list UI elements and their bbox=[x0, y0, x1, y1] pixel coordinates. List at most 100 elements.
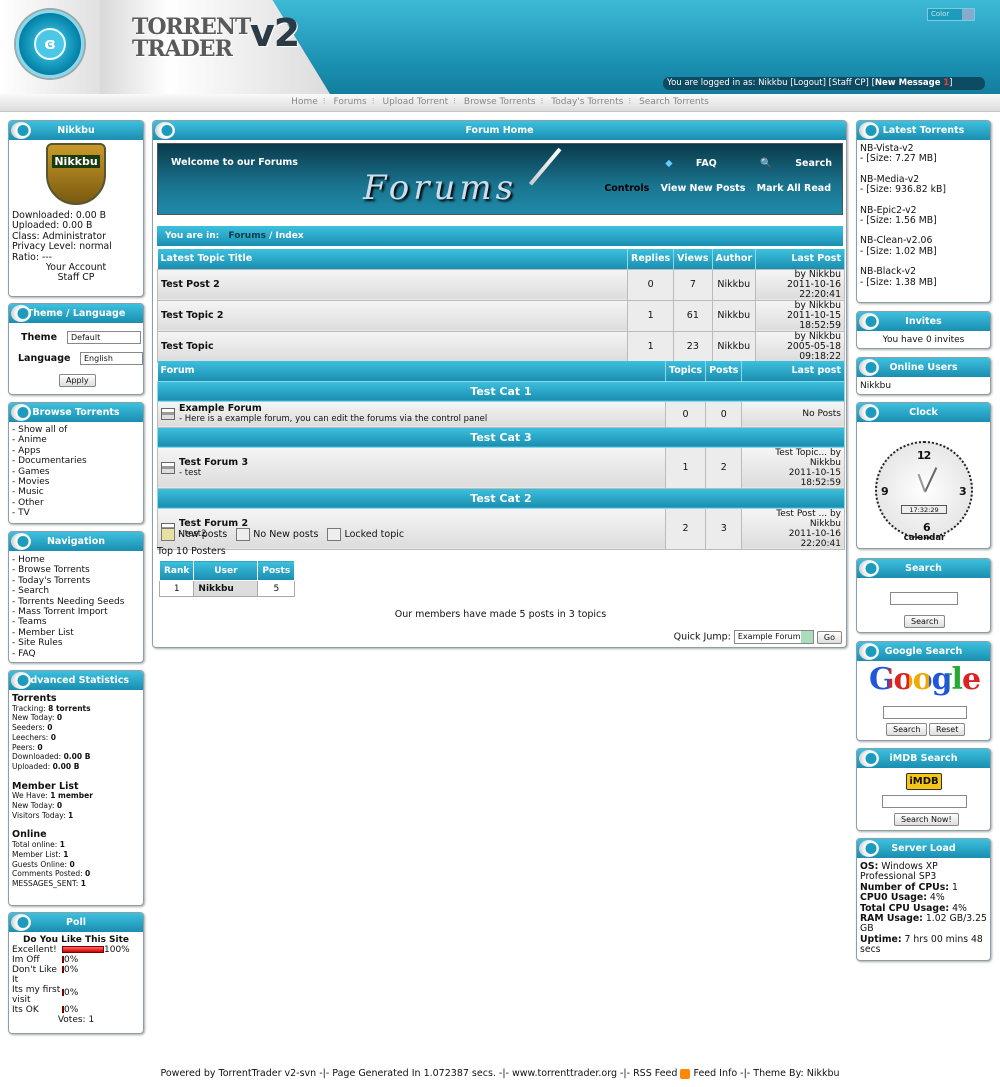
stat-tracking: Tracking: 8 torrents bbox=[12, 703, 91, 713]
stat-total-online: Total online: 1 bbox=[12, 840, 65, 850]
new-message-link[interactable]: New Message bbox=[875, 78, 941, 88]
topic-views: 61 bbox=[673, 299, 713, 332]
topic-last-post[interactable]: by Nikkbu 2011-10-16 22:20:41 bbox=[755, 268, 845, 301]
torrent-item[interactable]: NB-Vista-v2- [Size: 7.27 MB] bbox=[860, 143, 987, 165]
stat-downloaded: Downloaded: 0.00 B bbox=[12, 752, 91, 762]
browse-anime[interactable]: - Anime bbox=[12, 435, 140, 445]
imdb-search-box: iMDB Search iMDB Search Now! bbox=[856, 748, 991, 831]
forum-last-post[interactable]: No Posts bbox=[741, 400, 845, 428]
google-search-button[interactable]: Search bbox=[886, 723, 928, 736]
google-search-input[interactable] bbox=[883, 706, 967, 719]
browse-games[interactable]: - Games bbox=[12, 467, 140, 477]
server-ram: RAM Usage: 1.02 GB/3.25 GB bbox=[860, 913, 987, 935]
box-orb-icon bbox=[859, 560, 879, 577]
forum-cell[interactable]: Test Forum 3- test bbox=[157, 446, 666, 489]
site-logo-text[interactable]: TORRENT TRADER v2 bbox=[132, 14, 300, 60]
breadcrumb-forums[interactable]: Forums bbox=[228, 231, 266, 241]
search-input[interactable] bbox=[890, 592, 958, 605]
rss-icon[interactable] bbox=[680, 1068, 691, 1079]
col-rank: Rank bbox=[158, 560, 195, 581]
browse-tv[interactable]: - TV bbox=[12, 508, 140, 518]
browse-music[interactable]: - Music bbox=[12, 487, 140, 497]
topic-replies: 0 bbox=[626, 268, 675, 301]
forum-link[interactable]: Test Forum 2 bbox=[179, 518, 248, 529]
navbox-needing-seeds[interactable]: - Torrents Needing Seeds bbox=[12, 597, 140, 607]
nav-forums[interactable]: Forums bbox=[334, 97, 367, 107]
navbox-mass-import[interactable]: - Mass Torrent Import bbox=[12, 607, 140, 617]
invites-text: You have 0 invites bbox=[882, 335, 965, 345]
topic-author[interactable]: Nikkbu bbox=[711, 330, 757, 363]
topic-title-link[interactable]: Test Topic 2 bbox=[157, 299, 628, 332]
topic-author[interactable]: Nikkbu bbox=[711, 268, 757, 301]
poster-user-link[interactable]: Nikkbu bbox=[193, 580, 259, 597]
search-link[interactable]: 🔍 Search bbox=[740, 158, 832, 169]
nav-browse[interactable]: Browse Torrents bbox=[464, 97, 536, 107]
topic-title-link[interactable]: Test Post 2 bbox=[157, 268, 628, 301]
navbox-teams[interactable]: - Teams bbox=[12, 617, 140, 627]
google-box-title: Google Search bbox=[884, 646, 963, 657]
faq-link[interactable]: ◆ FAQ bbox=[645, 158, 716, 169]
navbox-faq[interactable]: - FAQ bbox=[12, 649, 140, 659]
avatar[interactable]: Nikkbu bbox=[46, 143, 106, 205]
imdb-search-input[interactable] bbox=[882, 795, 967, 808]
language-select[interactable]: English bbox=[80, 352, 143, 365]
navbox-member-list[interactable]: - Member List bbox=[12, 628, 140, 638]
navbox-browse[interactable]: - Browse Torrents bbox=[12, 565, 140, 575]
browse-show-all[interactable]: - Show all of bbox=[12, 425, 140, 435]
table-row: Test Forum 3- test 1 2 Test Topic... by … bbox=[157, 446, 845, 489]
quick-jump-select[interactable]: Example Forum bbox=[733, 630, 814, 644]
clock-calendar-label[interactable]: calendar bbox=[857, 533, 992, 543]
navbox-today[interactable]: - Today's Torrents bbox=[12, 576, 140, 586]
nav-home[interactable]: Home bbox=[291, 97, 318, 107]
category-name[interactable]: Test Cat 1 bbox=[157, 380, 845, 402]
stat-visitors: Visitors Today: 1 bbox=[12, 810, 74, 820]
forum-main: Forum Home Welcome to our Forums Forums … bbox=[152, 120, 847, 648]
search-button[interactable]: Search bbox=[904, 615, 946, 628]
topic-last-post[interactable]: by Nikkbu 2005-05-18 09:18:22 bbox=[755, 330, 845, 363]
torrent-item[interactable]: NB-Epic2-v2- [Size: 1.56 MB] bbox=[860, 205, 987, 227]
browse-documentaries[interactable]: - Documentaries bbox=[12, 456, 140, 466]
nav-upload[interactable]: Upload Torrent bbox=[382, 97, 448, 107]
staff-cp-box-link[interactable]: Staff CP bbox=[12, 273, 140, 284]
login-username[interactable]: Nikkbu bbox=[758, 78, 787, 88]
browse-apps[interactable]: - Apps bbox=[12, 446, 140, 456]
navbox-search[interactable]: - Search bbox=[12, 586, 140, 596]
forum-cell[interactable]: Example Forum - Here is a example forum, … bbox=[157, 400, 666, 428]
mark-all-read-link[interactable]: Mark All Read bbox=[757, 183, 831, 194]
theme-select[interactable]: Default bbox=[67, 331, 141, 344]
torrent-item[interactable]: NB-Clean-v2.06- [Size: 1.02 MB] bbox=[860, 236, 987, 257]
color-select[interactable]: Color bbox=[927, 8, 975, 21]
category-name[interactable]: Test Cat 2 bbox=[157, 487, 845, 509]
go-button[interactable]: Go bbox=[816, 630, 842, 644]
imdb-box-title: iMDB Search bbox=[889, 753, 958, 764]
breadcrumb-index[interactable]: Index bbox=[276, 231, 304, 241]
logout-link[interactable]: Logout bbox=[794, 78, 823, 88]
col-forum-last-post: Last post bbox=[741, 361, 845, 381]
navbox-site-rules[interactable]: - Site Rules bbox=[12, 638, 140, 648]
online-user-link[interactable]: Nikkbu bbox=[857, 377, 990, 394]
browse-box-title: Browse Torrents bbox=[32, 407, 120, 418]
category-name[interactable]: Test Cat 3 bbox=[157, 426, 845, 448]
forum-last-post[interactable]: Test Post ... by Nikkbu 2011-10-16 22:20:… bbox=[741, 507, 845, 550]
theme-box: Theme / Language Theme Default Language … bbox=[8, 303, 144, 395]
torrent-item[interactable]: NB-Media-v2- [Size: 936.82 kB] bbox=[860, 174, 987, 196]
box-orb-icon bbox=[11, 533, 31, 550]
staff-cp-link[interactable]: Staff CP bbox=[832, 78, 866, 88]
topic-author[interactable]: Nikkbu bbox=[711, 299, 757, 332]
apply-button[interactable]: Apply bbox=[59, 374, 96, 387]
browse-movies[interactable]: - Movies bbox=[12, 477, 140, 487]
topic-title-link[interactable]: Test Topic bbox=[157, 330, 628, 363]
google-reset-button[interactable]: Reset bbox=[929, 723, 966, 736]
forum-link[interactable]: Example Forum bbox=[179, 403, 262, 414]
topic-last-post[interactable]: by Nikkbu 2011-10-15 18:52:59 bbox=[755, 299, 845, 332]
imdb-search-button[interactable]: Search Now! bbox=[894, 813, 959, 826]
torrent-logo-icon[interactable]: ɞ bbox=[34, 28, 66, 60]
forum-last-post[interactable]: Test Topic... by Nikkbu 2011-10-15 18:52:… bbox=[741, 446, 845, 489]
browse-other[interactable]: - Other bbox=[12, 498, 140, 508]
forum-link[interactable]: Test Forum 3 bbox=[179, 457, 248, 468]
torrent-item[interactable]: NB-Black-v2- [Size: 1.38 MB] bbox=[860, 266, 987, 288]
nav-today[interactable]: Today's Torrents bbox=[551, 97, 623, 107]
view-new-posts-link[interactable]: View New Posts bbox=[661, 183, 746, 194]
navbox-home[interactable]: - Home bbox=[12, 555, 140, 565]
nav-search[interactable]: Search Torrents bbox=[639, 97, 709, 107]
